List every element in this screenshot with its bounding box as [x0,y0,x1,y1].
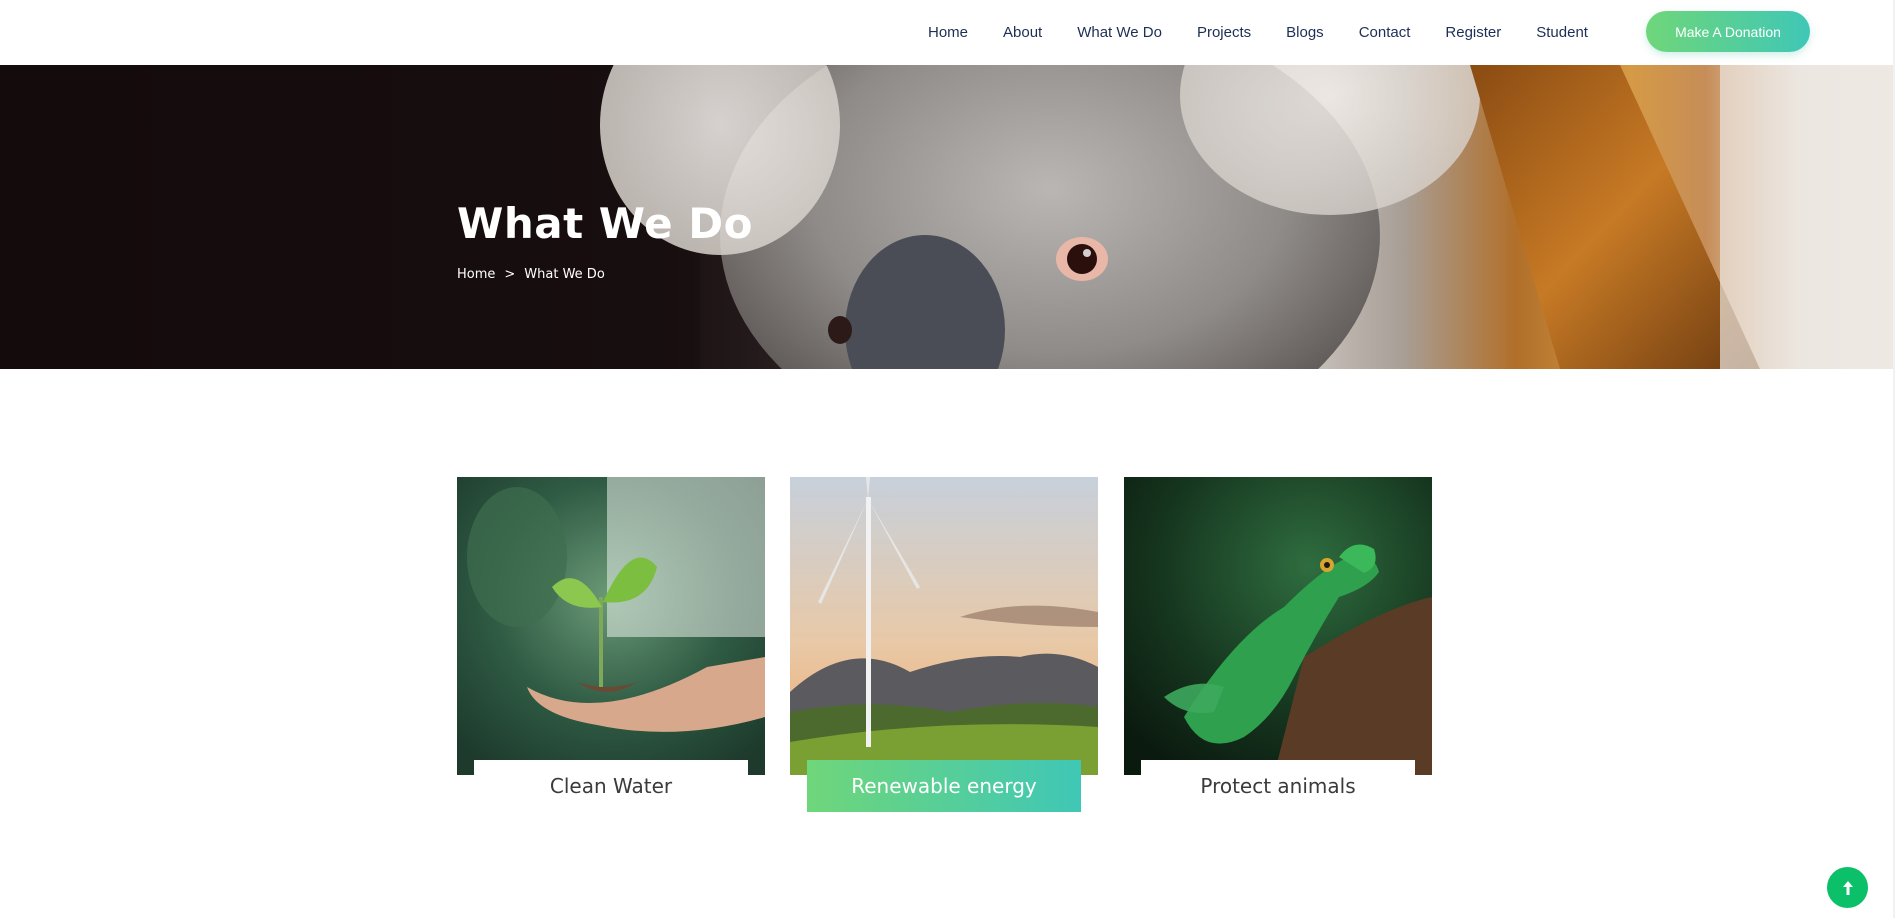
nav-link-projects[interactable]: Projects [1197,24,1251,41]
breadcrumb-current: What We Do [524,267,605,282]
nav-link-home[interactable]: Home [928,24,968,41]
nav-link-student[interactable]: Student [1536,24,1588,41]
breadcrumb: Home > What We Do [457,267,605,282]
make-donation-button[interactable]: Make A Donation [1646,11,1810,52]
site-header: Home About What We Do Projects Blogs Con… [0,0,1895,65]
breadcrumb-separator: > [504,267,516,282]
page-hero: What We Do Home > What We Do [0,65,1895,369]
nav-link-register[interactable]: Register [1445,24,1501,41]
card-label-clean-water[interactable]: Clean Water [474,760,748,812]
nav-link-contact[interactable]: Contact [1359,24,1411,41]
service-card-clean-water[interactable]: Clean Water [457,477,765,812]
green-lizard-image [1124,477,1432,775]
nav-link-about[interactable]: About [1003,24,1042,41]
breadcrumb-home-link[interactable]: Home [457,267,495,282]
service-card-renewable-energy[interactable]: Renewable energy [790,477,1098,812]
nav-link-blogs[interactable]: Blogs [1286,24,1324,41]
back-to-top-button[interactable] [1827,867,1868,908]
card-label-renewable-energy[interactable]: Renewable energy [807,760,1081,812]
arrow-up-icon [1842,880,1853,895]
service-card-protect-animals[interactable]: Protect animals [1124,477,1432,812]
koala-hero-image [0,65,1895,369]
page-title: What We Do [457,199,753,248]
card-label-protect-animals[interactable]: Protect animals [1141,760,1415,812]
main-nav: Home About What We Do Projects Blogs Con… [928,0,1623,65]
wind-turbine-landscape-image [790,477,1098,775]
seedling-in-hand-image [457,477,765,775]
nav-link-what-we-do[interactable]: What We Do [1077,24,1162,41]
